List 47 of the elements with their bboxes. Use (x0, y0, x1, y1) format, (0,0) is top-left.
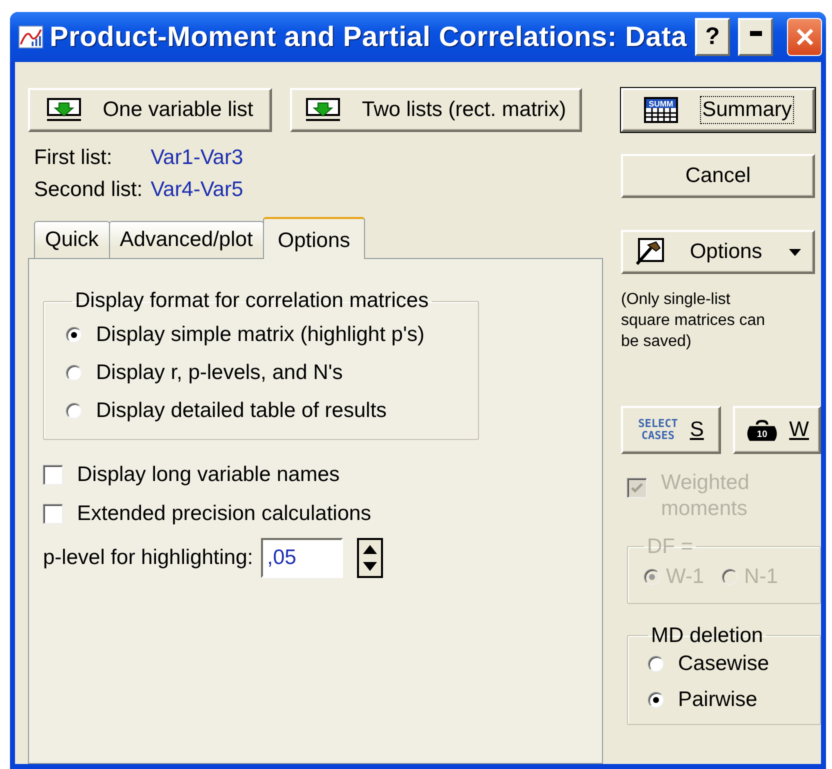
list-value: Var4-Var5 (150, 178, 244, 202)
list-label: First list: (34, 146, 114, 170)
list-button[interactable]: One variable list (28, 88, 272, 132)
tab[interactable]: Quick (34, 221, 110, 258)
group-title: Display format for correlation matrices (74, 289, 430, 313)
group-title: MD deletion (650, 624, 764, 648)
tab[interactable]: Options (262, 217, 366, 259)
checkbox[interactable] (43, 464, 63, 485)
close-icon (794, 27, 815, 47)
checkbox-label: Extended precision calculations (77, 501, 372, 526)
weight-button[interactable]: 10 W (733, 406, 821, 454)
p-level-label: p-level for highlighting: (43, 546, 254, 570)
checkmark-icon (630, 481, 644, 496)
minimize-icon (750, 30, 762, 36)
list-arrow-icon (46, 98, 81, 122)
radio-button[interactable] (66, 403, 82, 419)
minimize-button[interactable] (738, 18, 774, 56)
checkbox[interactable] (43, 504, 63, 524)
radio-label: Pairwise (678, 688, 758, 712)
help-button[interactable]: ? (694, 18, 730, 56)
p-level-field[interactable]: ,05 (261, 538, 344, 578)
radio-label: Display detailed table of results (96, 399, 387, 423)
spinner[interactable] (357, 538, 384, 578)
radio-button[interactable] (66, 327, 82, 343)
chart-icon (18, 24, 44, 50)
select-cases-icon: SELECT CASES (638, 418, 678, 442)
select-cases-button[interactable]: SELECT CASES S (621, 406, 721, 454)
close-button[interactable] (787, 18, 822, 56)
list-button[interactable]: Two lists (rect. matrix) (290, 88, 582, 132)
radio-button[interactable] (648, 656, 664, 672)
caret-icon (788, 247, 802, 257)
list-arrow-icon (306, 98, 340, 122)
list-value: Var1-Var3 (150, 146, 244, 170)
summary-button[interactable]: SUMM Summary (621, 88, 815, 132)
list-label: Second list: (34, 178, 143, 202)
radio-button[interactable] (66, 365, 82, 381)
options-button[interactable]: Options (621, 230, 815, 274)
radio-label: Casewise (678, 652, 770, 676)
note-text: (Only single-list square matrices can be saved) (621, 290, 766, 352)
checkbox-label: Display long variable names (77, 462, 340, 488)
cancel-button[interactable]: Cancel (621, 154, 815, 198)
radio-label: Display simple matrix (highlight p's) (96, 323, 424, 347)
radio-label: Display r, p-levels, and N's (96, 361, 343, 385)
radio-button[interactable] (648, 692, 664, 708)
group-title: DF = (646, 534, 694, 559)
window-title: Product-Moment and Partial Correlations: Data (50, 21, 687, 53)
table-icon: SUMM (644, 97, 678, 123)
